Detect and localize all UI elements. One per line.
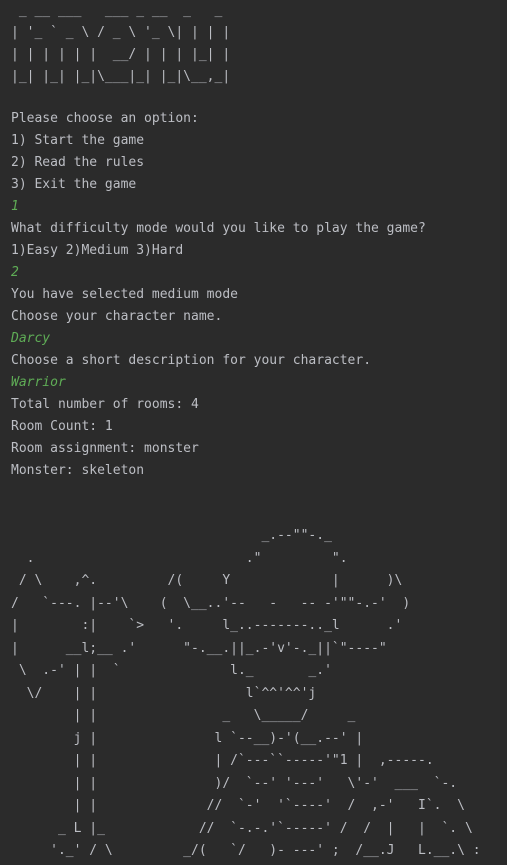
ascii-art-line: _.--""-._ xyxy=(11,528,332,543)
output-line: 1)Easy 2)Medium 3)Hard xyxy=(11,243,184,258)
user-input-line: Darcy xyxy=(11,331,51,346)
ascii-art-line: . ." ". xyxy=(11,550,348,566)
banner-line: | | | | | | __/ | | | |_| | xyxy=(11,47,231,62)
console-output: Please choose an option: 1) Start the gam… xyxy=(11,108,426,482)
ascii-art-line: | | | /`---``-----'"1 | ,-----. xyxy=(11,753,434,768)
output-line: What difficulty mode would you like to p… xyxy=(11,221,426,236)
ascii-art-line: | | _ \_____/ _ xyxy=(11,708,356,723)
output-line: Please choose an option: xyxy=(11,111,199,126)
output-line: 2) Read the rules xyxy=(11,155,145,170)
ascii-art-line: \/ | | l`^^'^^'j xyxy=(11,685,317,701)
output-line: You have selected medium mode xyxy=(11,287,238,302)
output-line: 1) Start the game xyxy=(11,133,145,148)
ascii-art-line: _ L |_ // `-.-.'`-----' / / | | `. \ xyxy=(11,820,473,836)
output-line: Choose a short description for your char… xyxy=(11,353,372,368)
ascii-art-line: / \ ,^. /( Y | )\ xyxy=(11,573,403,588)
banner-line: | '_ ` _ \ / _ \ '_ \| | | | xyxy=(11,25,231,40)
ascii-art-line: | | )/ `--' '---' \'-' ___ `-. xyxy=(11,775,458,791)
ascii-art-line: '._' / \ _/( `/ )- ---' ; /__.J L.__.\ : xyxy=(11,843,481,858)
ascii-menu-banner: _ __ ___ ___ _ __ _ _ | '_ ` _ \ / _ \ '_… xyxy=(11,0,230,88)
banner-line: |_| |_| |_|\___|_| |_|\__,_| xyxy=(11,69,231,84)
ascii-art-line: \ .-' | | ` l._ _.' xyxy=(11,663,332,678)
user-input-line: 2 xyxy=(11,265,19,280)
output-line: Room assignment: monster xyxy=(11,441,199,456)
ascii-art-scene: _.--""-._ . ." ". / \ ,^. /( Y | )\ / `--… xyxy=(11,525,481,865)
ascii-art-line: | __l;__ .' "-.__.||_.-'v'-._||`"----" xyxy=(11,640,387,656)
ascii-art-line: | :| `> '. l_..-------.._l .' xyxy=(11,618,403,633)
banner-line: _ __ ___ ___ _ __ _ _ xyxy=(11,3,223,18)
ascii-art-line: / `---. |--'\ ( \__..'-- - -- -'""-.-' ) xyxy=(11,595,411,611)
output-line: Room Count: 1 xyxy=(11,419,113,434)
output-line: Choose your character name. xyxy=(11,309,223,324)
user-input-line: 1 xyxy=(11,199,19,214)
user-input-line: Warrior xyxy=(11,375,66,390)
output-line: Total number of rooms: 4 xyxy=(11,397,199,412)
output-line: 3) Exit the game xyxy=(11,177,137,192)
ascii-art-line: j | l `--__)-'(__.--' | xyxy=(11,730,364,746)
run-console[interactable]: _ __ ___ ___ _ __ _ _ | '_ ` _ \ / _ \ '_… xyxy=(11,0,507,865)
ascii-art-line: | | // `-' '`----' / ,-' I`. \ xyxy=(11,798,465,813)
output-line: Monster: skeleton xyxy=(11,463,145,478)
